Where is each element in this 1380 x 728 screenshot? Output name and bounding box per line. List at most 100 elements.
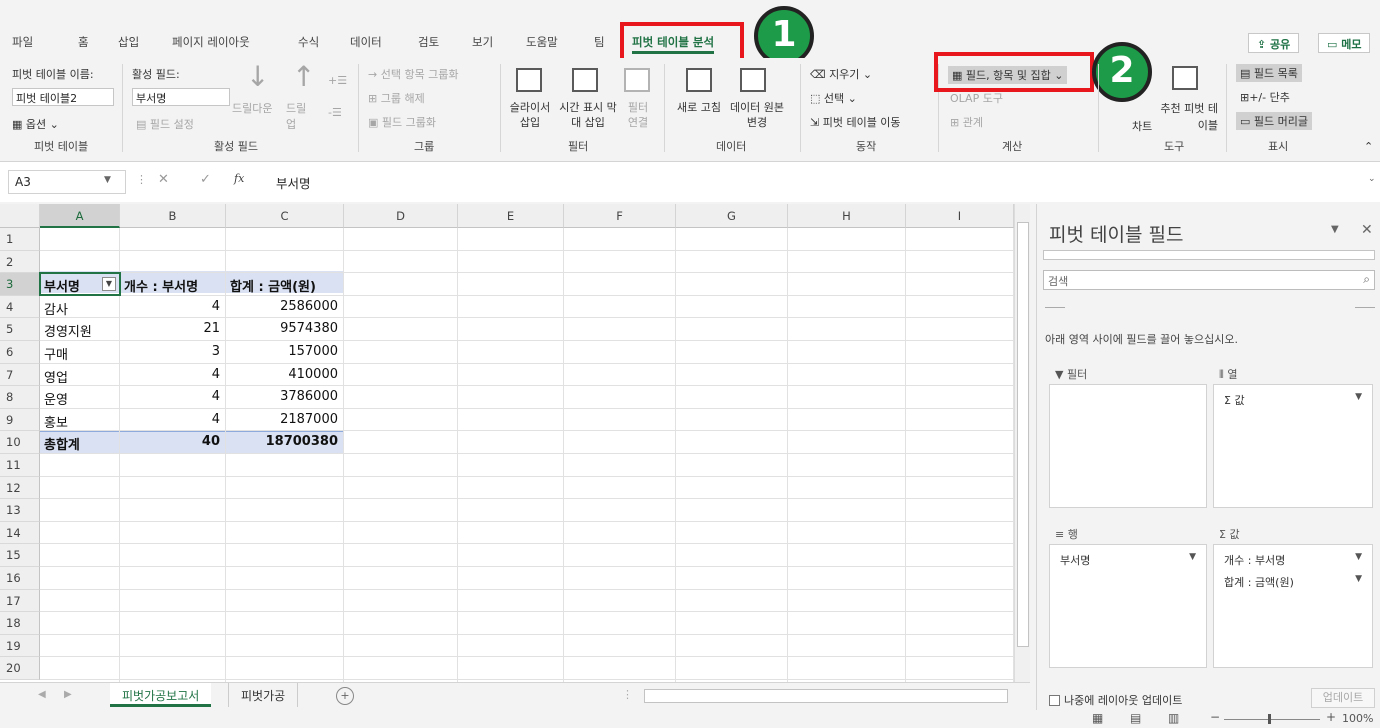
row-header-4[interactable]: 4 xyxy=(0,295,40,319)
pivot-data-cell[interactable]: 4 xyxy=(120,367,220,382)
pivot-data-cell[interactable]: 구매 xyxy=(44,344,68,363)
tab-data[interactable]: 데이터 xyxy=(350,34,382,50)
values-item-sum[interactable]: 합계 : 금액(원) ▼ xyxy=(1218,571,1368,591)
pane-options-icon[interactable]: ▼ xyxy=(1331,224,1339,235)
values-zone[interactable]: 개수 : 부서명 ▼ 합계 : 금액(원) ▼ xyxy=(1213,544,1373,668)
columns-zone[interactable]: Σ 값 ▼ xyxy=(1213,384,1373,508)
group-selection-button[interactable]: → 선택 항목 그룹화 xyxy=(368,66,459,82)
field-settings-button[interactable]: ▤ 필드 설정 xyxy=(136,116,194,132)
row-header-8[interactable]: 8 xyxy=(0,386,40,409)
page-break-view-icon[interactable]: ▥ xyxy=(1168,711,1179,725)
normal-view-icon[interactable]: ▦ xyxy=(1092,711,1103,725)
horizontal-scrollbar[interactable] xyxy=(644,689,1008,703)
zoom-out-icon[interactable]: − xyxy=(1210,710,1220,724)
cancel-icon[interactable]: ✕ xyxy=(158,172,169,187)
defer-update-checkbox[interactable]: 나중에 레이아웃 업데이트 xyxy=(1049,692,1182,708)
drillup-button[interactable]: 드릴 업 xyxy=(286,100,316,132)
row-header-20[interactable]: 20 xyxy=(0,657,40,680)
relationships-button[interactable]: ⊞ 관계 xyxy=(950,114,983,130)
zoom-slider-thumb[interactable] xyxy=(1268,714,1271,724)
drilldown-button[interactable]: 드릴다운 xyxy=(232,100,272,116)
pivot-data-cell[interactable]: 2187000 xyxy=(226,412,338,427)
vertical-scrollbar[interactable] xyxy=(1014,204,1030,682)
collapse-field-icon[interactable]: -☰ xyxy=(328,106,342,119)
comments-button[interactable]: ▭ 메모 xyxy=(1318,33,1371,53)
row-header-19[interactable]: 19 xyxy=(0,634,40,658)
scroll-left-icon[interactable]: ◀ xyxy=(38,689,46,700)
column-header-c[interactable]: C xyxy=(226,204,344,228)
pivot-data-cell[interactable]: 9574380 xyxy=(226,321,338,336)
filters-zone[interactable] xyxy=(1049,384,1207,508)
sheet-tab-pivot-process[interactable]: 피벗가공 xyxy=(228,683,299,707)
insert-timeline-button[interactable]: 시간 표시 막대 삽입 xyxy=(558,100,618,130)
clear-button[interactable]: ⌫ 지우기 ⌄ xyxy=(810,66,872,82)
recommended-pivottables-button[interactable]: 추천 피벗 테이블 xyxy=(1160,100,1218,134)
row-header-11[interactable]: 11 xyxy=(0,454,40,477)
pivot-header-cell[interactable]: 합계 : 금액(원) xyxy=(230,276,316,295)
search-field-input[interactable]: 검색 ⌕ xyxy=(1043,270,1375,290)
share-button[interactable]: ⇪ 공유 xyxy=(1248,33,1300,53)
row-header-1[interactable]: 1 xyxy=(0,228,40,251)
pivot-total-cell[interactable]: 총합계 xyxy=(44,434,80,453)
column-header-h[interactable]: H xyxy=(788,204,906,228)
column-header-b[interactable]: B xyxy=(120,204,226,228)
pivot-data-cell[interactable]: 4 xyxy=(120,299,220,314)
options-button[interactable]: ▦ 옵션 ⌄ xyxy=(12,116,59,132)
worksheet-grid[interactable]: A B C D E F G H I 1 2 3 4 5 6 7 8 9 10 11 12 13 14 15 16 17 18 19 20… xyxy=(0,204,1030,682)
row-header-10[interactable]: 10 xyxy=(0,431,40,454)
field-list-area[interactable] xyxy=(1043,250,1375,260)
column-header-d[interactable]: D xyxy=(344,204,458,228)
tab-team[interactable]: 팀 xyxy=(594,34,605,50)
pivot-data-cell[interactable]: 4 xyxy=(120,412,220,427)
field-headers-toggle[interactable]: ▭ 필드 머리글 xyxy=(1236,112,1312,130)
row-header-13[interactable]: 13 xyxy=(0,499,40,522)
field-list-button[interactable]: ▤ 필드 목록 xyxy=(1236,64,1302,82)
tab-page-layout[interactable]: 페이지 레이아웃 xyxy=(172,34,250,50)
expand-field-icon[interactable]: +☰ xyxy=(328,74,347,87)
pivot-data-cell[interactable]: 감사 xyxy=(44,299,68,318)
scroll-right-icon[interactable]: ▶ xyxy=(64,689,72,700)
group-field-button[interactable]: ▣ 필드 그룹화 xyxy=(368,114,436,130)
pivot-data-cell[interactable]: 21 xyxy=(120,321,220,336)
pivot-data-cell[interactable]: 4 xyxy=(120,389,220,404)
move-pivottable-button[interactable]: ⇲ 피벗 테이블 이동 xyxy=(810,114,901,130)
pivot-data-cell[interactable]: 157000 xyxy=(226,344,338,359)
row-header-9[interactable]: 9 xyxy=(0,408,40,432)
insert-slicer-button[interactable]: 슬라이서 삽입 xyxy=(508,100,552,130)
tab-help[interactable]: 도움말 xyxy=(526,34,558,50)
column-header-f[interactable]: F xyxy=(564,204,676,228)
update-button[interactable]: 업데이트 xyxy=(1311,688,1375,708)
select-button[interactable]: ⬚ 선택 ⌄ xyxy=(810,90,857,106)
pivot-data-cell[interactable]: 운영 xyxy=(44,389,68,408)
pivot-header-cell[interactable]: 개수 : 부서명 xyxy=(124,276,198,295)
column-header-e[interactable]: E xyxy=(458,204,564,228)
tab-formulas[interactable]: 수식 xyxy=(298,34,319,50)
row-header-16[interactable]: 16 xyxy=(0,567,40,590)
change-data-source-button[interactable]: 데이터 원본 변경 xyxy=(724,100,790,130)
column-header-i[interactable]: I xyxy=(906,204,1014,228)
select-all-corner[interactable] xyxy=(0,204,40,228)
zoom-in-icon[interactable]: + xyxy=(1326,710,1336,724)
pivot-data-cell[interactable]: 410000 xyxy=(226,367,338,382)
page-layout-view-icon[interactable]: ▤ xyxy=(1130,711,1141,725)
row-header-12[interactable]: 12 xyxy=(0,476,40,500)
pivot-data-cell[interactable]: 홍보 xyxy=(44,412,68,431)
row-header-14[interactable]: 14 xyxy=(0,521,40,545)
collapse-ribbon-icon[interactable]: ⌃ xyxy=(1364,140,1373,153)
column-header-a[interactable]: A xyxy=(40,204,120,228)
tab-review[interactable]: 검토 xyxy=(418,34,439,50)
enter-icon[interactable]: ✓ xyxy=(200,172,211,187)
tab-view[interactable]: 보기 xyxy=(472,34,493,50)
tab-split-icon[interactable]: ⋮ xyxy=(622,688,633,701)
vertical-scroll-thumb[interactable] xyxy=(1017,222,1029,647)
zoom-level[interactable]: 100% xyxy=(1342,712,1373,725)
filter-connections-button[interactable]: 필터 연결 xyxy=(624,100,652,130)
tab-home[interactable]: 홈 xyxy=(78,34,89,50)
columns-item-values[interactable]: Σ 값 ▼ xyxy=(1218,389,1368,409)
pivot-data-cell[interactable]: 3 xyxy=(120,344,220,359)
insert-function-icon[interactable]: fx xyxy=(234,172,244,185)
pivot-data-cell[interactable]: 영업 xyxy=(44,367,68,386)
refresh-button[interactable]: 새로 고침 xyxy=(676,100,722,115)
pivot-total-cell[interactable]: 40 xyxy=(120,434,220,449)
ungroup-button[interactable]: ⊞ 그룹 해제 xyxy=(368,90,425,106)
